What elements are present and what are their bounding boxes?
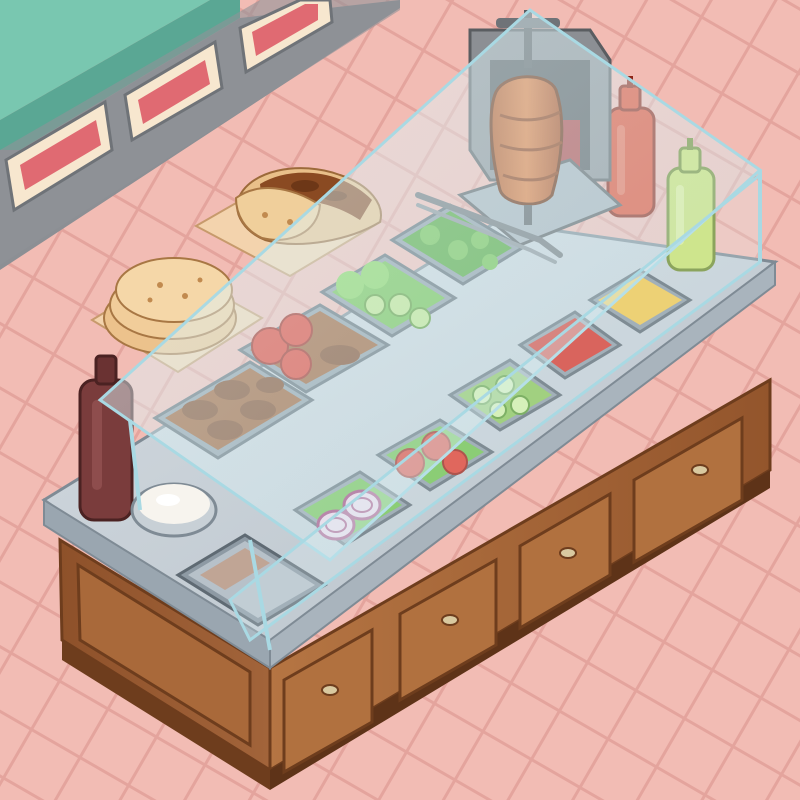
- kebab-shop-scene: [0, 0, 800, 800]
- yogurt-sauce-bowl[interactable]: [130, 482, 218, 538]
